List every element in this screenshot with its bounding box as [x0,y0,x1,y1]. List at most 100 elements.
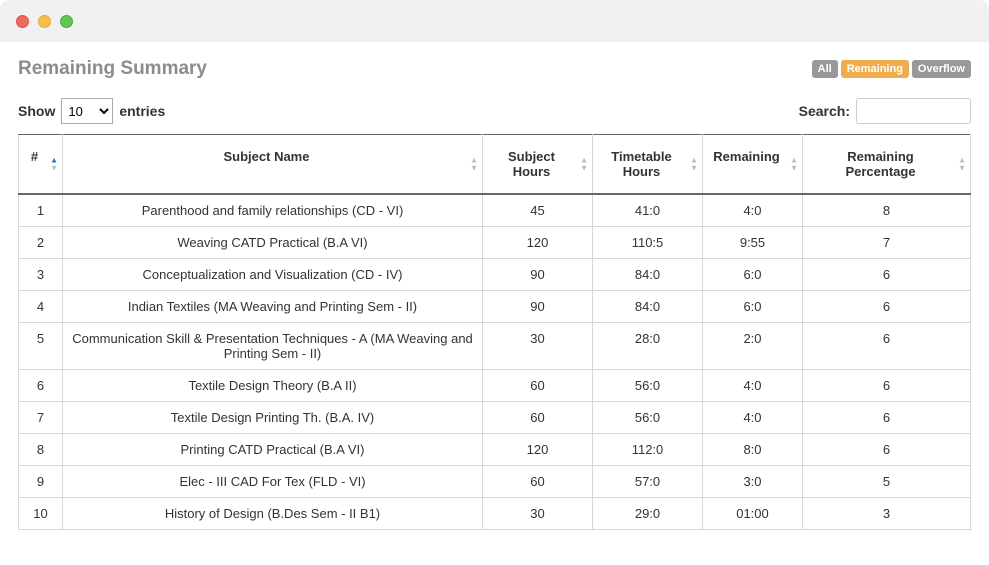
cell-subject-name: Parenthood and family relationships (CD … [63,194,483,227]
cell-subject-hours: 30 [483,323,593,370]
col-subject-hours[interactable]: Subject Hours▲▼ [483,135,593,195]
cell-remaining-pct: 6 [803,434,971,466]
col-remaining[interactable]: Remaining▲▼ [703,135,803,195]
cell-timetable-hours: 84:0 [593,291,703,323]
cell-subject-name: Textile Design Printing Th. (B.A. IV) [63,402,483,434]
search-input[interactable] [856,98,971,124]
content-area: Remaining Summary All Remaining Overflow… [0,42,989,565]
cell-remaining: 9:55 [703,227,803,259]
cell-remaining: 6:0 [703,291,803,323]
table-body: 1Parenthood and family relationships (CD… [19,194,971,530]
sort-icon: ▲▼ [580,157,588,172]
cell-subject-name: History of Design (B.Des Sem - II B1) [63,498,483,530]
table-row: 4Indian Textiles (MA Weaving and Printin… [19,291,971,323]
cell-remaining: 4:0 [703,194,803,227]
filter-remaining-badge[interactable]: Remaining [841,60,909,78]
table-row: 1Parenthood and family relationships (CD… [19,194,971,227]
window-minimize-button[interactable] [38,15,51,28]
table-row: 3Conceptualization and Visualization (CD… [19,259,971,291]
cell-remaining-pct: 6 [803,323,971,370]
cell-remaining-pct: 6 [803,402,971,434]
table-header-row: #▲▼ Subject Name▲▼ Subject Hours▲▼ Timet… [19,135,971,195]
page-title: Remaining Summary [18,58,207,80]
table-row: 8Printing CATD Practical (B.A VI)120112:… [19,434,971,466]
cell-remaining: 4:0 [703,370,803,402]
cell-timetable-hours: 57:0 [593,466,703,498]
cell-timetable-hours: 110:5 [593,227,703,259]
show-label-post: entries [119,103,165,119]
cell-subject-hours: 120 [483,434,593,466]
header-row: Remaining Summary All Remaining Overflow [18,58,971,80]
col-subject-name[interactable]: Subject Name▲▼ [63,135,483,195]
cell-remaining-pct: 7 [803,227,971,259]
entries-length-control: Show 10 entries [18,98,165,124]
cell-remaining-pct: 6 [803,291,971,323]
filter-all-badge[interactable]: All [812,60,838,78]
sort-icon: ▲▼ [50,157,58,172]
sort-icon: ▲▼ [790,157,798,172]
entries-select[interactable]: 10 [61,98,113,124]
cell-remaining: 2:0 [703,323,803,370]
cell-index: 9 [19,466,63,498]
app-window: Remaining Summary All Remaining Overflow… [0,0,989,565]
cell-subject-hours: 30 [483,498,593,530]
cell-index: 5 [19,323,63,370]
cell-index: 7 [19,402,63,434]
cell-timetable-hours: 84:0 [593,259,703,291]
cell-subject-hours: 60 [483,466,593,498]
cell-remaining: 8:0 [703,434,803,466]
cell-subject-hours: 90 [483,259,593,291]
cell-subject-hours: 45 [483,194,593,227]
table-row: 2Weaving CATD Practical (B.A VI)120110:5… [19,227,971,259]
search-label: Search: [799,103,850,119]
cell-timetable-hours: 29:0 [593,498,703,530]
cell-remaining: 6:0 [703,259,803,291]
window-maximize-button[interactable] [60,15,73,28]
col-index[interactable]: #▲▼ [19,135,63,195]
cell-remaining-pct: 5 [803,466,971,498]
table-controls: Show 10 entries Search: [18,98,971,124]
cell-index: 10 [19,498,63,530]
cell-subject-hours: 120 [483,227,593,259]
cell-timetable-hours: 28:0 [593,323,703,370]
cell-remaining-pct: 3 [803,498,971,530]
window-close-button[interactable] [16,15,29,28]
cell-subject-name: Weaving CATD Practical (B.A VI) [63,227,483,259]
cell-index: 8 [19,434,63,466]
table-row: 9Elec - III CAD For Tex (FLD - VI)6057:0… [19,466,971,498]
cell-subject-name: Indian Textiles (MA Weaving and Printing… [63,291,483,323]
cell-subject-name: Printing CATD Practical (B.A VI) [63,434,483,466]
cell-timetable-hours: 112:0 [593,434,703,466]
cell-index: 6 [19,370,63,402]
cell-remaining-pct: 6 [803,259,971,291]
cell-index: 2 [19,227,63,259]
table-row: 5Communication Skill & Presentation Tech… [19,323,971,370]
cell-timetable-hours: 56:0 [593,402,703,434]
cell-subject-name: Conceptualization and Visualization (CD … [63,259,483,291]
sort-icon: ▲▼ [470,157,478,172]
cell-index: 3 [19,259,63,291]
col-remaining-pct[interactable]: Remaining Percentage▲▼ [803,135,971,195]
cell-remaining: 01:00 [703,498,803,530]
cell-remaining-pct: 6 [803,370,971,402]
cell-remaining: 3:0 [703,466,803,498]
table-row: 6Textile Design Theory (B.A II)6056:04:0… [19,370,971,402]
cell-subject-name: Textile Design Theory (B.A II) [63,370,483,402]
cell-subject-name: Elec - III CAD For Tex (FLD - VI) [63,466,483,498]
sort-icon: ▲▼ [690,157,698,172]
cell-subject-hours: 60 [483,370,593,402]
summary-table: #▲▼ Subject Name▲▼ Subject Hours▲▼ Timet… [18,134,971,530]
cell-remaining-pct: 8 [803,194,971,227]
cell-subject-hours: 60 [483,402,593,434]
show-label-pre: Show [18,103,55,119]
cell-remaining: 4:0 [703,402,803,434]
cell-index: 1 [19,194,63,227]
cell-timetable-hours: 41:0 [593,194,703,227]
window-titlebar [0,0,989,42]
search-control: Search: [799,98,971,124]
table-row: 7Textile Design Printing Th. (B.A. IV)60… [19,402,971,434]
cell-subject-name: Communication Skill & Presentation Techn… [63,323,483,370]
sort-icon: ▲▼ [958,157,966,172]
filter-overflow-badge[interactable]: Overflow [912,60,971,78]
col-timetable-hours[interactable]: Timetable Hours▲▼ [593,135,703,195]
